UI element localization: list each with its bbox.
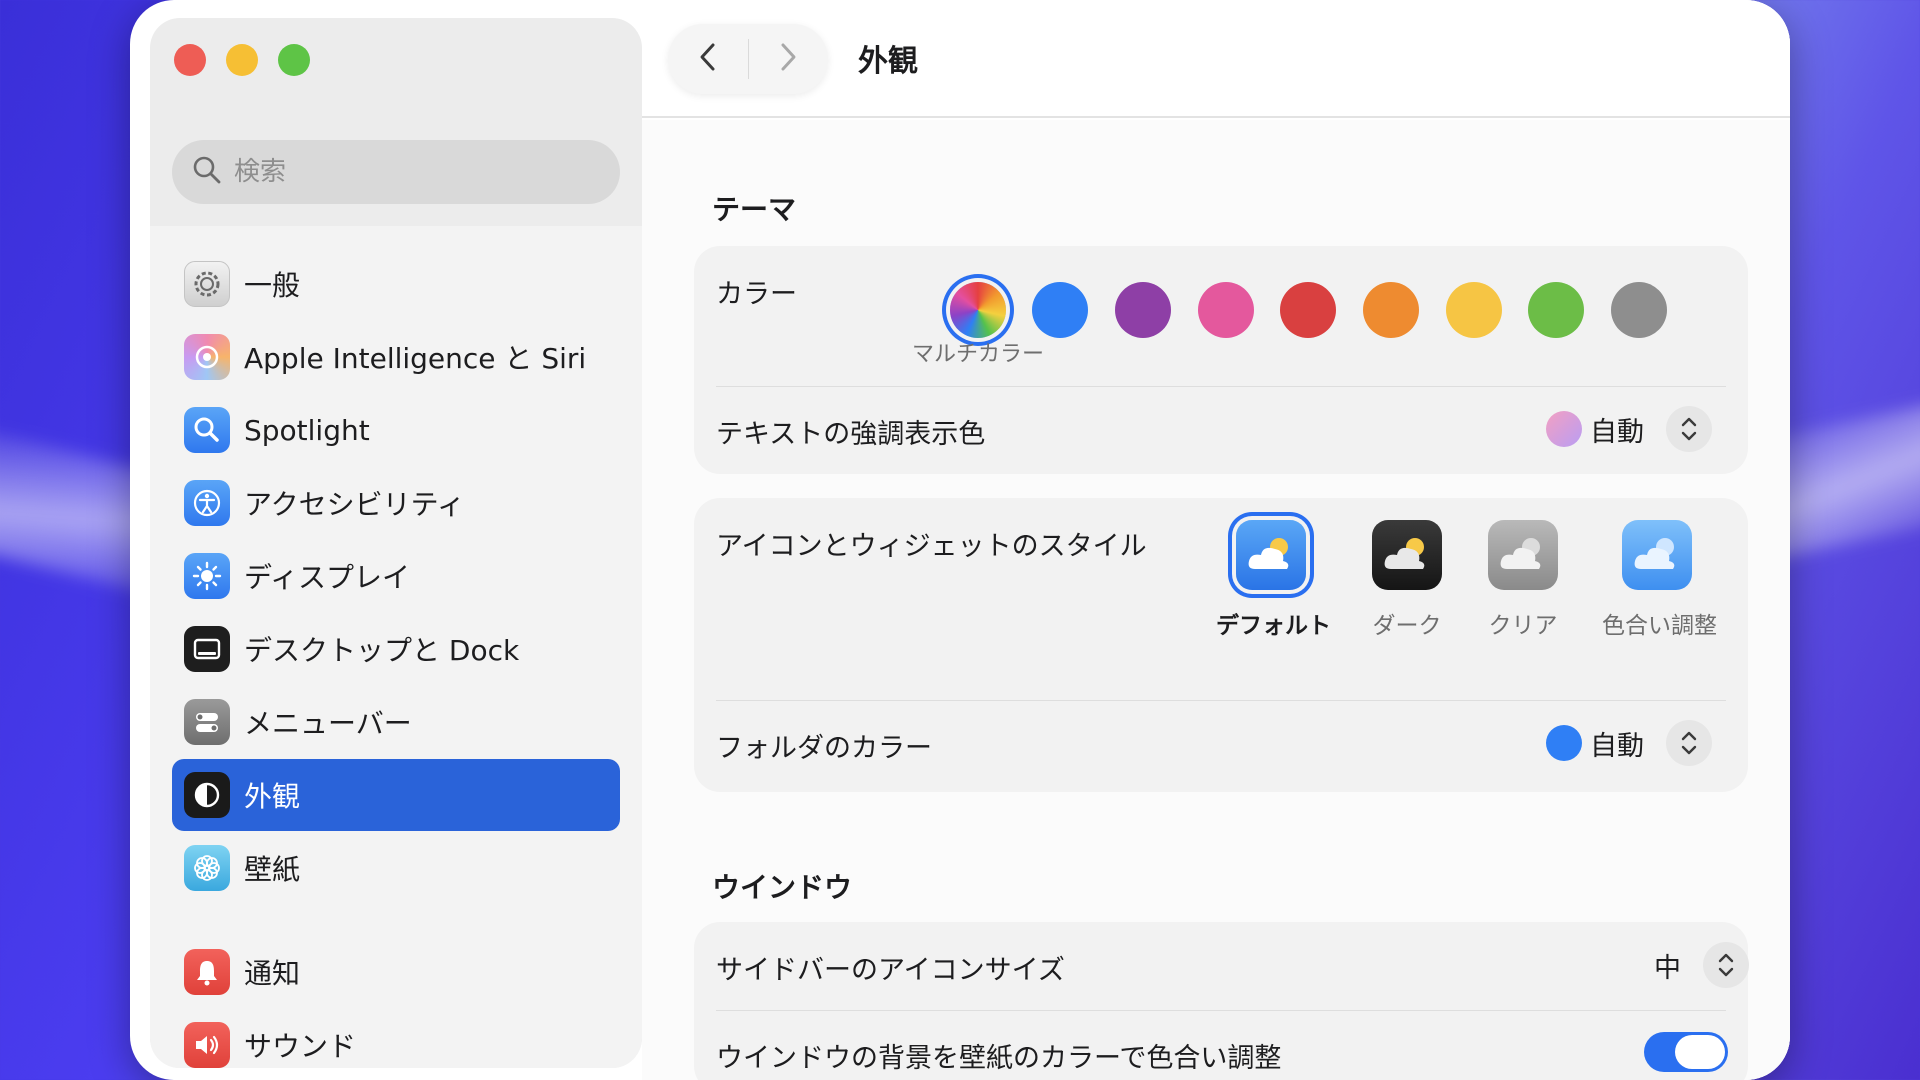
icon-style-default[interactable]: デフォルト [1216, 520, 1331, 640]
page-title: 外観 [858, 44, 918, 79]
bell-icon [184, 949, 230, 995]
search-field[interactable] [172, 140, 620, 204]
color-swatch-graphite[interactable] [1611, 282, 1667, 338]
sidebar-item-appearance[interactable]: 外観 [172, 759, 620, 831]
speaker-icon [184, 1022, 230, 1068]
highlight-color-label: テキストの強調表示色 [716, 419, 986, 450]
section-title-window: ウインドウ [712, 871, 853, 904]
sidebar-item-label: デスクトップと Dock [244, 634, 520, 667]
sidebar-item-label: 通知 [244, 957, 301, 990]
forward-button[interactable] [749, 24, 829, 94]
icon-style-label-tinted: 色合い調整 [1602, 613, 1717, 639]
toolbar: 外観 [642, 0, 1790, 118]
weather-icon [1236, 520, 1306, 590]
window-tint-toggle[interactable] [1644, 1032, 1728, 1072]
toggle-knob [1675, 1035, 1725, 1069]
color-swatch-orange[interactable] [1363, 282, 1419, 338]
appearance-icon [184, 772, 230, 818]
highlight-color-value: 自動 [1590, 416, 1644, 448]
selected-color-caption: マルチカラー [911, 342, 1044, 367]
settings-window: 一般 Apple Intelligence と Siri Spotlight ア… [130, 0, 1790, 1080]
sidebar-item-sound[interactable]: サウンド [172, 1009, 620, 1068]
traffic-lights [174, 44, 310, 76]
sidebar-item-label: メニューバー [244, 707, 412, 740]
color-dot [1546, 725, 1582, 761]
divider [716, 1010, 1726, 1011]
magnifier-icon [184, 407, 230, 453]
sidebar-item-label: Spotlight [244, 413, 370, 447]
brightness-icon [184, 553, 230, 599]
icon-style-label-clear: クリア [1488, 613, 1558, 639]
sidebar-item-label: アクセシビリティ [244, 488, 465, 521]
sidebar-item-siri[interactable]: Apple Intelligence と Siri [172, 321, 620, 393]
main-pane: 外観 テーマ カラー マルチカラー テキストの強調表示色 自動 アイコンとウィジ… [642, 0, 1790, 1080]
window-tint-label: ウインドウの背景を壁紙のカラーで色合い調整 [716, 1043, 1282, 1074]
theme-card: カラー マルチカラー テキストの強調表示色 自動 [694, 246, 1748, 474]
sidebar-item-notifications[interactable]: 通知 [172, 936, 620, 1008]
siri-icon [184, 334, 230, 380]
flower-icon [184, 845, 230, 891]
chevron-left-icon [693, 40, 723, 78]
sidebar-item-label: 外観 [244, 780, 301, 813]
menubar-icon [184, 699, 230, 745]
color-swatch-red[interactable] [1280, 282, 1336, 338]
search-input[interactable] [234, 157, 594, 187]
color-swatch-yellow[interactable] [1446, 282, 1502, 338]
sidebar-item-label: Apple Intelligence と Siri [244, 342, 587, 375]
sidebar-item-general[interactable]: 一般 [172, 248, 620, 320]
sidebar-icon-size-value: 中 [1654, 952, 1681, 984]
divider [716, 386, 1726, 387]
window-card: サイドバーのアイコンサイズ 中 ウインドウの背景を壁紙のカラーで色合い調整 [694, 922, 1749, 1080]
minimize-button[interactable] [226, 44, 258, 76]
color-swatch-multicolor[interactable] [950, 282, 1006, 338]
folder-color-label: フォルダのカラー [716, 733, 932, 764]
icon-style-clear[interactable]: クリア [1468, 520, 1578, 640]
weather-icon [1622, 520, 1692, 590]
sidebar-item-label: 壁紙 [244, 853, 301, 886]
sidebar-icon-size-popup[interactable]: 中 [1646, 942, 1749, 988]
color-swatch-purple[interactable] [1115, 282, 1171, 338]
search-icon [192, 155, 222, 189]
color-dot [1546, 411, 1582, 447]
icon-style-card: アイコンとウィジェットのスタイル デフォルト ダーク クリア 色合い調整 フォル… [694, 498, 1748, 792]
sidebar-item-label: 一般 [244, 269, 301, 302]
accessibility-icon [184, 480, 230, 526]
color-swatch-blue[interactable] [1032, 282, 1088, 338]
navigation-buttons [668, 24, 828, 94]
icon-style-tinted[interactable]: 色合い調整 [1602, 520, 1717, 640]
gear-icon [184, 261, 230, 307]
folder-color-popup[interactable]: 自動 [1546, 720, 1712, 766]
dock-icon [184, 626, 230, 672]
sidebar-item-accessibility[interactable]: アクセシビリティ [172, 467, 620, 539]
popup-stepper-icon [1666, 406, 1712, 452]
sidebar-icon-size-label: サイドバーのアイコンサイズ [716, 955, 1065, 986]
sidebar-item-wallpaper[interactable]: 壁紙 [172, 832, 620, 904]
weather-icon [1488, 520, 1558, 590]
color-swatch-green[interactable] [1528, 282, 1584, 338]
divider [716, 700, 1726, 701]
weather-icon [1372, 520, 1442, 590]
popup-stepper-icon [1666, 720, 1712, 766]
popup-stepper-icon [1703, 942, 1749, 988]
icon-style-label-dark: ダーク [1372, 613, 1442, 639]
sidebar-item-desktop-dock[interactable]: デスクトップと Dock [172, 613, 620, 685]
icon-style-label: アイコンとウィジェットのスタイル [716, 531, 1147, 562]
zoom-button[interactable] [278, 44, 310, 76]
icon-style-dark[interactable]: ダーク [1352, 520, 1462, 640]
icon-style-label-default: デフォルト [1216, 613, 1331, 639]
folder-color-value: 自動 [1590, 730, 1644, 762]
back-button[interactable] [668, 24, 748, 94]
sidebar: 一般 Apple Intelligence と Siri Spotlight ア… [150, 18, 642, 1068]
sidebar-item-menubar[interactable]: メニューバー [172, 686, 620, 758]
color-swatch-pink[interactable] [1198, 282, 1254, 338]
color-label: カラー [716, 279, 797, 310]
highlight-color-popup[interactable]: 自動 [1546, 406, 1712, 452]
section-title-theme: テーマ [712, 193, 797, 226]
chevron-right-icon [773, 40, 803, 78]
close-button[interactable] [174, 44, 206, 76]
sidebar-item-displays[interactable]: ディスプレイ [172, 540, 620, 612]
sidebar-item-spotlight[interactable]: Spotlight [172, 394, 620, 466]
sidebar-item-label: ディスプレイ [244, 561, 411, 594]
sidebar-item-label: サウンド [244, 1030, 357, 1063]
